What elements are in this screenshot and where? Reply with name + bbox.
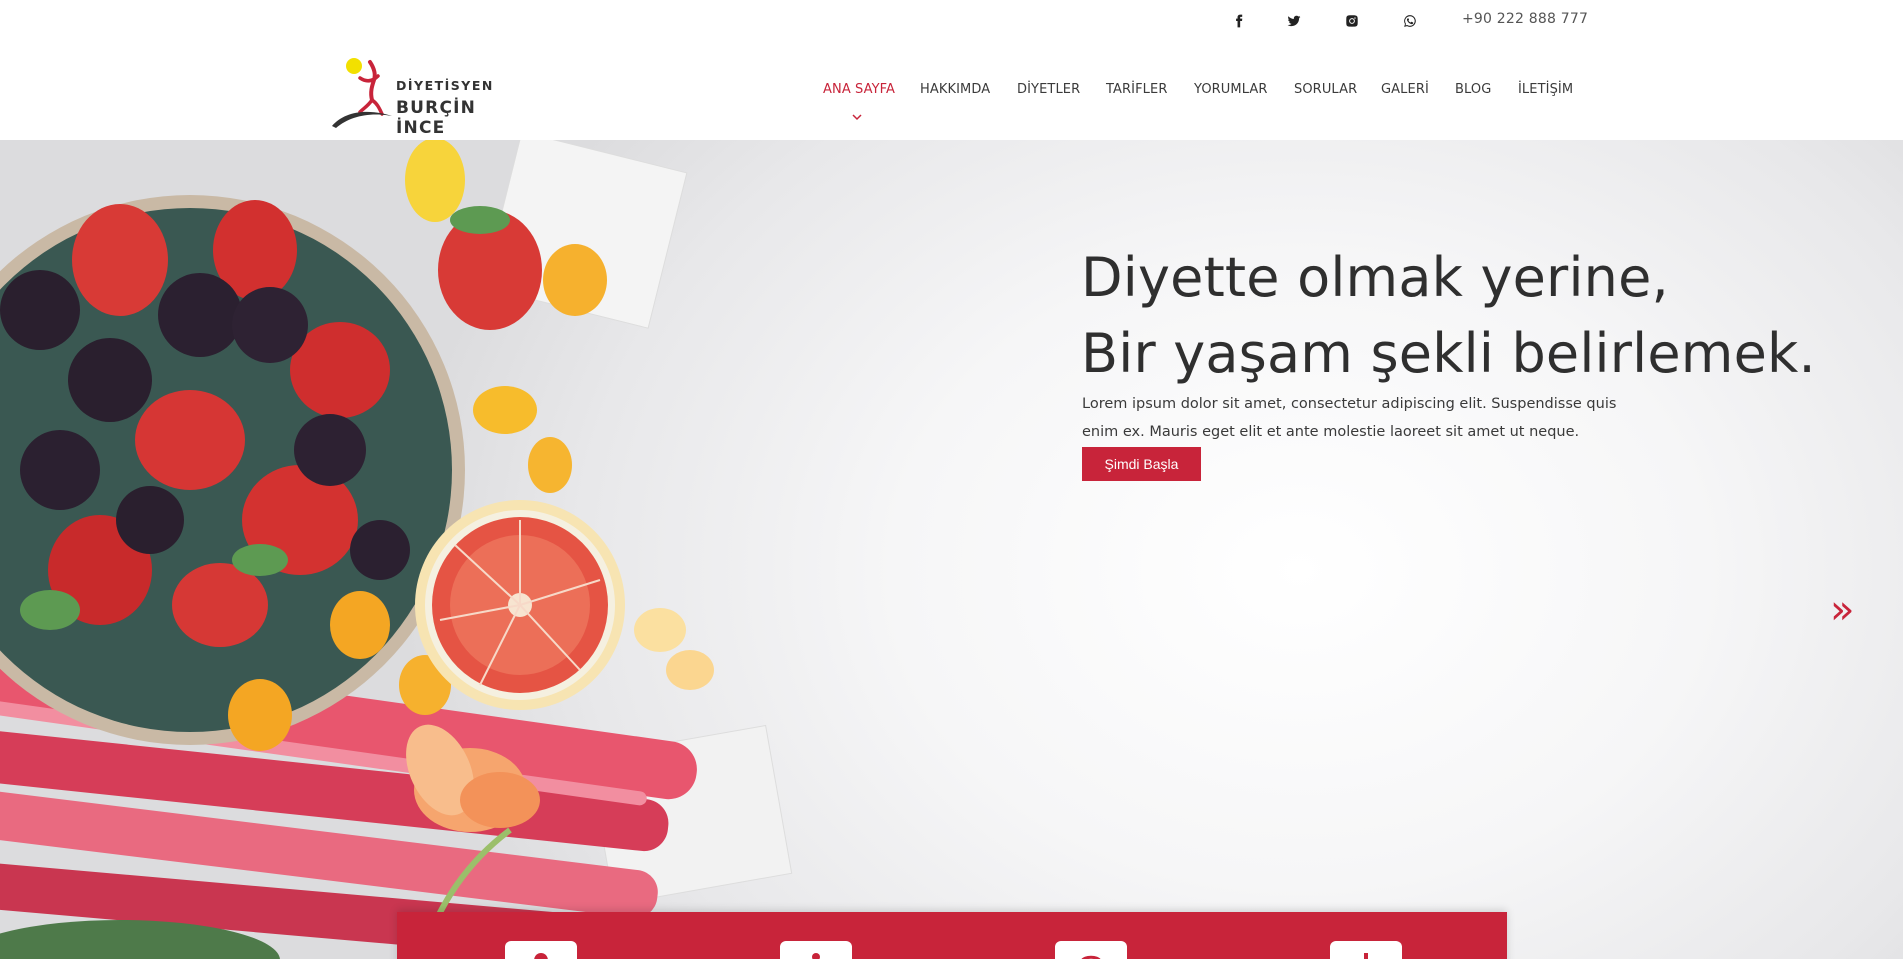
nav-item-hakkimda[interactable]: HAKKIMDA — [920, 82, 990, 97]
twitter-icon[interactable] — [1283, 11, 1305, 31]
features-bar — [397, 912, 1507, 959]
phone-number[interactable]: +90 222 888 777 — [1462, 11, 1588, 27]
feature-card-2[interactable] — [780, 941, 852, 959]
feature-card-3[interactable] — [1055, 941, 1127, 959]
hero-title-line-1: Diyette olmak yerine, — [1081, 246, 1669, 309]
hero-title-line-2: Bir yaşam şekli belirlemek. — [1081, 322, 1816, 385]
instagram-icon[interactable] — [1341, 11, 1363, 31]
feature-card-4[interactable] — [1330, 941, 1402, 959]
bottle-icon — [1364, 953, 1368, 959]
facebook-icon[interactable] — [1228, 11, 1250, 31]
logo-figure-icon — [332, 58, 392, 128]
site-header: DİYETİSYEN BURÇİN İNCE ANA SAYFA HAKKIMD… — [0, 40, 1903, 140]
person-icon — [812, 953, 820, 959]
logo-title-top: DİYETİSYEN — [396, 78, 494, 93]
hero-description: Lorem ipsum dolor sit amet, consectetur … — [1082, 396, 1617, 440]
slider-next-icon[interactable]: » — [1830, 590, 1860, 630]
nav-item-iletisim[interactable]: İLETİŞİM — [1518, 82, 1573, 97]
nav-item-diyetler[interactable]: DİYETLER — [1017, 82, 1080, 97]
chevron-down-icon — [851, 106, 863, 121]
nav-item-ana-sayfa[interactable]: ANA SAYFA — [823, 82, 895, 97]
start-now-button[interactable]: Şimdi Başla — [1082, 447, 1201, 481]
diet-plate-icon — [534, 953, 548, 959]
nav-item-blog[interactable]: BLOG — [1455, 82, 1491, 97]
feature-card-1[interactable] — [505, 941, 577, 959]
nav-item-sorular[interactable]: SORULAR — [1294, 82, 1357, 97]
logo-title-bottom: BURÇİN İNCE — [396, 98, 477, 138]
scale-icon — [1081, 955, 1101, 959]
nav-item-tarifler[interactable]: TARİFLER — [1106, 82, 1167, 97]
top-bar: +90 222 888 777 — [0, 0, 1903, 40]
site-logo[interactable]: DİYETİSYEN BURÇİN İNCE — [330, 48, 520, 138]
whatsapp-icon[interactable] — [1399, 11, 1421, 31]
hero-food-image — [0, 140, 793, 959]
hero-title: Diyette olmak yerine, Bir yaşam şekli be… — [1081, 240, 1816, 392]
hero-slider: Diyette olmak yerine, Bir yaşam şekli be… — [0, 140, 1903, 959]
nav-item-galeri[interactable]: GALERİ — [1381, 82, 1429, 97]
nav-item-yorumlar[interactable]: YORUMLAR — [1194, 82, 1268, 97]
